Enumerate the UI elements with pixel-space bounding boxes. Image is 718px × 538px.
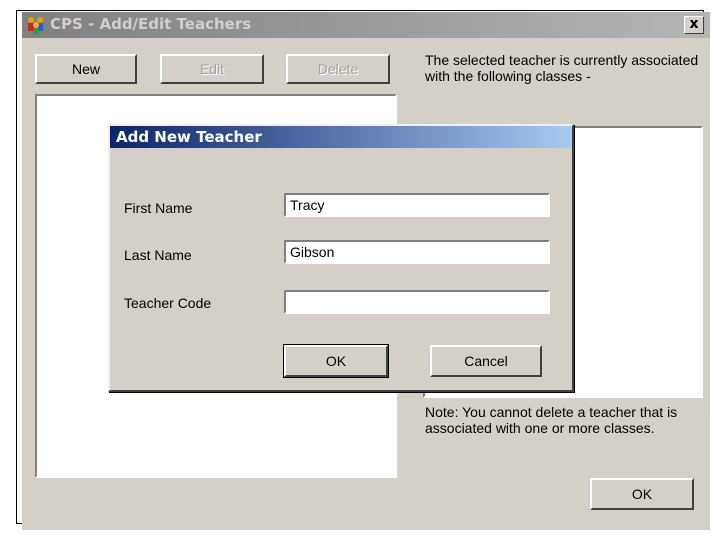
dialog-ok-button[interactable]: OK — [283, 344, 389, 378]
edit-button-label: Edit — [199, 61, 225, 77]
dialog-ok-label: OK — [325, 353, 347, 369]
teacher-code-label: Teacher Code — [124, 295, 212, 311]
window-title: CPS - Add/Edit Teachers — [50, 15, 252, 33]
new-button-label: New — [71, 61, 100, 77]
first-name-label: First Name — [124, 200, 193, 216]
dialog-cancel-button[interactable]: Cancel — [430, 345, 542, 377]
delete-note-text: Note: You cannot delete a teacher that i… — [425, 404, 678, 436]
last-name-label: Last Name — [124, 247, 192, 263]
dialog-titlebar[interactable]: Add New Teacher — [110, 126, 572, 148]
close-icon: x — [689, 16, 699, 32]
delete-button[interactable]: Delete — [286, 54, 390, 84]
new-button[interactable]: New — [35, 54, 137, 84]
close-button[interactable]: x — [684, 16, 704, 34]
people-app-icon — [28, 17, 43, 34]
window-titlebar[interactable]: CPS - Add/Edit Teachers x — [22, 12, 710, 38]
edit-button[interactable]: Edit — [160, 54, 264, 84]
classes-info-text: The selected teacher is currently associ… — [425, 52, 699, 84]
delete-button-label: Delete — [317, 61, 359, 77]
window-ok-label: OK — [631, 486, 653, 502]
first-name-field[interactable]: Tracy — [284, 193, 550, 217]
dialog-cancel-label: Cancel — [464, 353, 508, 369]
teacher-code-field[interactable] — [284, 290, 550, 314]
window-ok-button[interactable]: OK — [590, 478, 694, 510]
add-new-teacher-dialog: Add New Teacher First Name Tracy Last Na… — [108, 124, 574, 392]
last-name-field[interactable]: Gibson — [284, 240, 550, 264]
dialog-title: Add New Teacher — [116, 128, 262, 146]
